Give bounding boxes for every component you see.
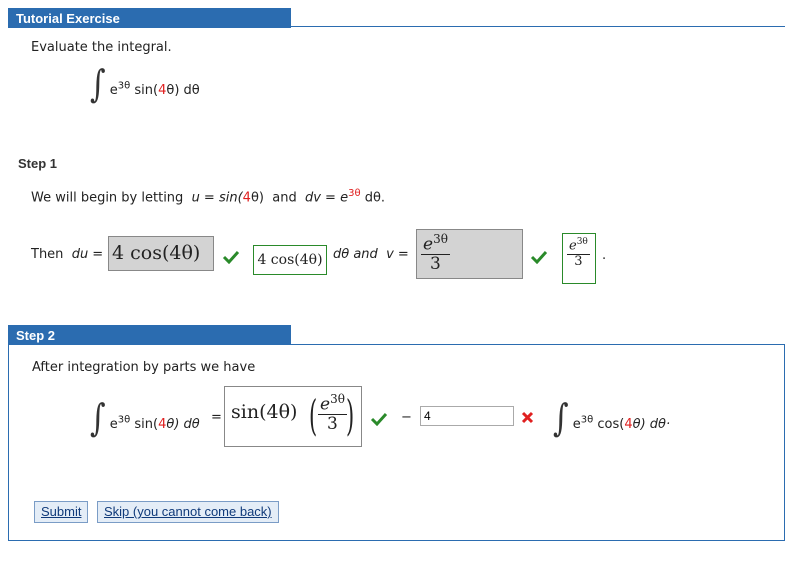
tutorial-header: Tutorial Exercise [8,8,291,28]
v-correct-fraction: e3θ 3 [567,237,590,269]
step1-period: . [602,248,607,263]
step2-equals: = [211,410,222,425]
step2-answer-fraction: e3θ 3 [318,392,347,435]
dtheta-and-v: dθ and v = [333,247,409,262]
du-answer-value: 4 cos(4θ) [112,242,201,264]
v-answer-fraction: e3θ 3 [421,232,450,275]
lhs-integral-sign: ∫ [90,396,106,441]
step1-title: Step 1 [18,156,58,171]
coefficient-input[interactable] [420,406,514,426]
du-check-icon [222,250,240,264]
v-answer-box[interactable]: e3θ 3 [416,229,523,279]
step2-title: Step 2 [16,328,56,343]
header-rule [8,26,785,27]
rhs-integral-sign: ∫ [553,396,569,441]
step2-intro: After integration by parts we have [32,360,256,375]
integral-sign: ∫ [90,62,106,107]
du-correct-value: 4 cos(4θ) [257,252,323,268]
integral-exponent: 3θ [117,80,131,92]
v-correct-box: e3θ 3 [562,233,596,284]
main-integral: ∫ e3θ sin(4θ) dθ [90,62,200,107]
prompt-text: Evaluate the integral. [31,40,172,55]
du-correct-box: 4 cos(4θ) [253,245,327,275]
step2-answer-box[interactable]: sin(4θ) ( e3θ 3 ) [224,386,362,447]
v-check-icon [530,250,548,264]
step2-rhs: ∫ e3θ cos(4θ) dθ· [553,396,671,441]
incorrect-x-icon [521,411,534,424]
answer1-check-icon [370,412,388,426]
minus-sign: − [401,410,412,425]
tutorial-title: Tutorial Exercise [16,11,120,26]
step1-sentence: We will begin by letting u = sin(4θ) and… [31,188,386,206]
step2-header: Step 2 [8,325,291,345]
du-answer-box[interactable]: 4 cos(4θ) [108,236,214,271]
skip-button[interactable]: Skip (you cannot come back) [97,501,279,523]
step2-lhs: ∫ e3θ sin(4θ) dθ [90,396,200,441]
then-du-label: Then du = [31,247,104,262]
submit-button[interactable]: Submit [34,501,89,523]
